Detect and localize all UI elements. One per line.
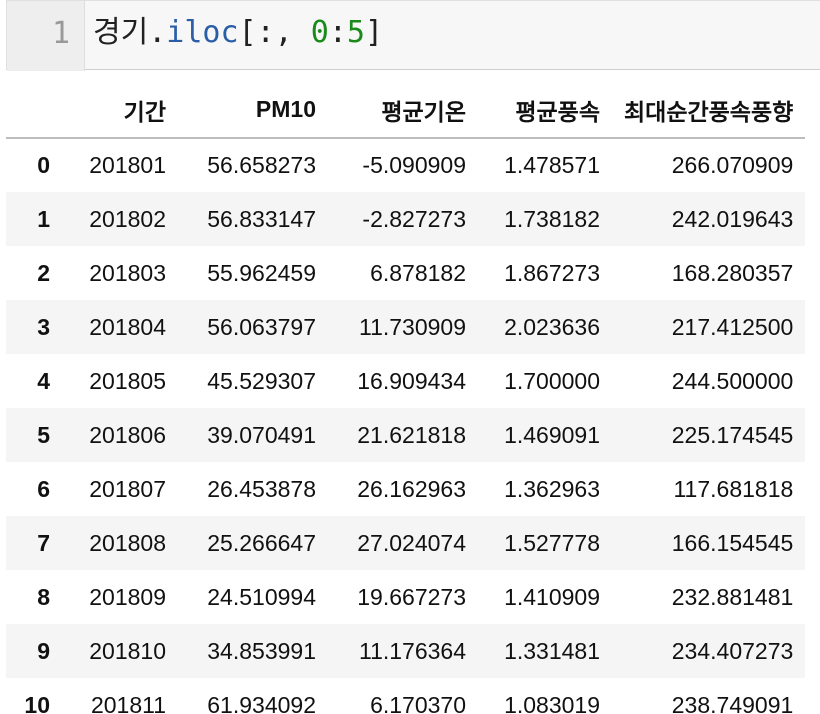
table-header: 기간 PM10 평균기온 평균풍속 최대순간풍속풍향 xyxy=(6,82,806,139)
header-row: 기간 PM10 평균기온 평균풍속 최대순간풍속풍향 xyxy=(6,82,806,139)
table-cell: 27.024074 xyxy=(357,529,466,556)
row-index: 0 xyxy=(37,152,50,178)
row-index: 4 xyxy=(37,367,50,394)
code-line[interactable]: 경기.iloc[:, 0:5] xyxy=(93,18,383,48)
table-cell: 16.909434 xyxy=(357,367,466,394)
table-row: 3 201804 56.063797 11.730909 2.023636 217.412… xyxy=(6,300,806,354)
table-cell: 1.362963 xyxy=(504,475,600,502)
table-row: 7 201808 25.266647 27.024074 1.527778 166.154… xyxy=(6,516,806,570)
code-token-dot: . xyxy=(148,15,167,50)
column-header: 평균풍속 xyxy=(478,82,612,139)
code-token-open: [:, xyxy=(238,15,311,50)
table-cell: 201809 xyxy=(89,583,166,610)
table-cell: 201806 xyxy=(89,421,166,448)
row-index: 10 xyxy=(24,691,50,714)
column-header: 평균기온 xyxy=(328,82,478,139)
table-cell: 56.658273 xyxy=(207,152,316,178)
table-cell: 1.478571 xyxy=(504,152,600,178)
column-header: PM10 xyxy=(178,82,328,139)
table-cell: 1.410909 xyxy=(504,583,600,610)
row-index: 7 xyxy=(37,529,50,556)
table-cell: 6.878182 xyxy=(370,259,466,286)
table-cell: -5.090909 xyxy=(362,152,466,178)
table-row: 6 201807 26.453878 26.162963 1.362963 117.681… xyxy=(6,462,805,516)
code-token-end: 5 xyxy=(346,15,365,50)
code-token-colon: : xyxy=(328,15,347,50)
table-cell: 45.529307 xyxy=(207,367,316,394)
table-cell: 1.738182 xyxy=(504,205,600,232)
table-cell: 56.833147 xyxy=(207,205,316,232)
table-cell: 201804 xyxy=(89,313,166,340)
table-cell: -2.827273 xyxy=(362,205,466,232)
column-header: 최대순간풍속풍향 xyxy=(612,82,806,139)
table-cell: 56.063797 xyxy=(207,313,316,340)
table-row: 0 201801 56.658273 -5.090909 1.478571 266.070… xyxy=(6,138,805,192)
table-cell: 34.853991 xyxy=(207,637,316,664)
table-cell: 11.176364 xyxy=(358,637,466,664)
dataframe-table: 기간 PM10 평균기온 평균풍속 최대순간풍속풍향 0 201801 56.658… xyxy=(6,82,806,714)
code-token-object: 경기 xyxy=(93,15,149,50)
row-index: 9 xyxy=(37,637,50,664)
table-cell: 201811 xyxy=(90,691,166,714)
table-cell: 1.469091 xyxy=(504,421,600,448)
code-token-close: ] xyxy=(364,15,384,50)
table-cell: 201805 xyxy=(89,367,166,394)
row-index: 8 xyxy=(37,583,50,610)
code-token-attr: iloc xyxy=(166,15,239,50)
table-cell: 1.700000 xyxy=(504,367,600,394)
row-index: 3 xyxy=(37,313,50,340)
table-cell: 244.500000 xyxy=(671,367,794,394)
line-gutter: 1 xyxy=(7,1,85,71)
table-cell: 26.453878 xyxy=(207,475,316,502)
table-cell: 232.881481 xyxy=(671,583,794,610)
table-cell: 1.083019 xyxy=(504,691,600,714)
index-header xyxy=(6,82,62,139)
table-cell: 242.019643 xyxy=(671,205,794,232)
table-cell: 24.510994 xyxy=(207,583,316,610)
table-row: 1 201802 56.833147 -2.827273 1.738182 242.019… xyxy=(6,192,806,246)
table-cell: 225.174545 xyxy=(671,421,794,448)
table-cell: 19.667273 xyxy=(357,583,466,610)
table-cell: 1.527778 xyxy=(504,529,600,556)
table-cell: 201801 xyxy=(89,152,166,178)
table-cell: 61.934092 xyxy=(207,691,316,714)
line-number: 1 xyxy=(51,16,70,51)
table-cell: 201807 xyxy=(89,475,166,502)
table-cell: 117.681818 xyxy=(673,475,794,502)
table-cell: 266.070909 xyxy=(671,152,794,178)
table-cell: 2.023636 xyxy=(504,313,600,340)
table-cell: 6.170370 xyxy=(370,691,466,714)
code-cell[interactable]: 1 경기.iloc[:, 0:5] xyxy=(6,0,820,71)
row-index: 1 xyxy=(37,205,50,232)
column-header: 기간 xyxy=(62,82,178,139)
table-cell: 201808 xyxy=(89,529,166,556)
table-cell: 238.749091 xyxy=(671,691,794,714)
row-index: 5 xyxy=(37,421,50,448)
table-cell: 201803 xyxy=(89,259,166,286)
table-cell: 201802 xyxy=(89,205,166,232)
table-row: 4 201805 45.529307 16.909434 1.700000 244.500… xyxy=(6,354,805,408)
table-cell: 217.412500 xyxy=(671,313,794,340)
table-cell: 166.154545 xyxy=(671,529,794,556)
table-row: 10 201811 61.934092 6.170370 1.083019 238.749… xyxy=(6,678,805,714)
table-cell: 234.407273 xyxy=(671,637,794,664)
table-row: 2 201803 55.962459 6.878182 1.867273 168.2803… xyxy=(6,246,805,300)
table-body: 0 201801 56.658273 -5.090909 1.478571 266.070… xyxy=(6,138,806,714)
table-row: 8 201809 24.510994 19.667273 1.410909 232.881… xyxy=(6,570,805,624)
table-cell: 39.070491 xyxy=(207,421,316,448)
row-index: 6 xyxy=(37,475,50,502)
row-index: 2 xyxy=(37,259,50,286)
table-cell: 55.962459 xyxy=(207,259,316,286)
table-cell: 1.867273 xyxy=(504,259,600,286)
table-cell: 26.162963 xyxy=(357,475,466,502)
table-cell: 201810 xyxy=(89,637,166,664)
table-row: 5 201806 39.070491 21.621818 1.469091 225.174… xyxy=(6,408,806,462)
table-cell: 21.621818 xyxy=(357,421,466,448)
table-cell: 25.266647 xyxy=(207,529,316,556)
code-token-start: 0 xyxy=(310,15,329,50)
table-cell: 168.280357 xyxy=(671,259,794,286)
table-cell: 11.730909 xyxy=(358,313,466,340)
table-row: 9 201810 34.853991 11.176364 1.331481 234.407… xyxy=(6,624,806,678)
table-cell: 1.331481 xyxy=(504,637,600,664)
